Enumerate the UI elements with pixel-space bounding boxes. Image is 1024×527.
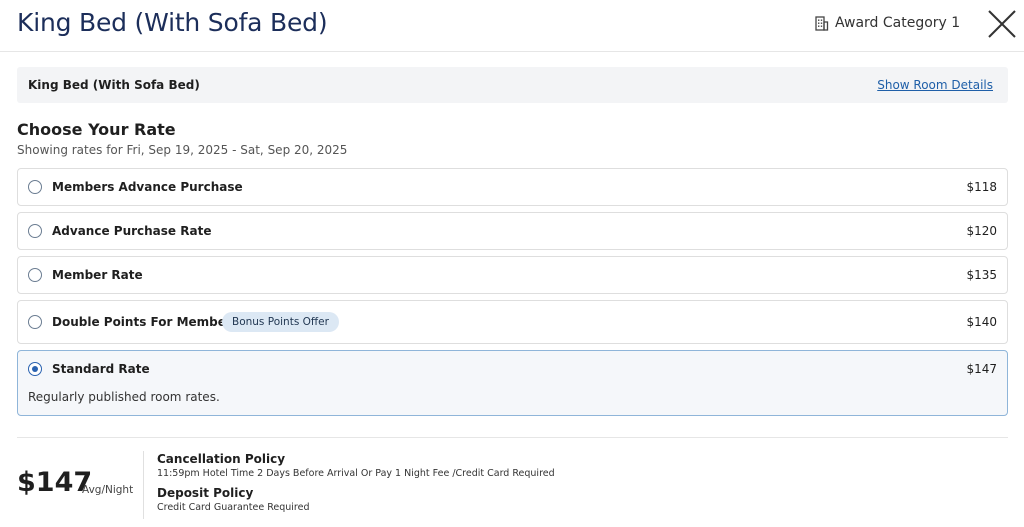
- rate-radio[interactable]: [28, 268, 42, 282]
- rate-name: Advance Purchase Rate: [52, 224, 212, 238]
- rate-option-members-advance[interactable]: Members Advance Purchase $118: [17, 168, 1008, 206]
- rate-name: Double Points For Members: [52, 315, 239, 329]
- rate-price: $147: [966, 362, 997, 376]
- rate-price: $120: [966, 224, 997, 238]
- rate-radio[interactable]: [28, 315, 42, 329]
- bonus-points-badge: Bonus Points Offer: [222, 312, 339, 332]
- rate-radio-selected[interactable]: [28, 362, 42, 376]
- rate-price: $140: [966, 315, 997, 329]
- deposit-policy-title: Deposit Policy: [157, 486, 254, 500]
- price-unit: Avg/Night: [82, 484, 134, 496]
- rate-price: $118: [966, 180, 997, 194]
- rate-option-member-rate[interactable]: Member Rate $135: [17, 256, 1008, 294]
- section-divider: [17, 437, 1008, 438]
- room-bar-name: King Bed (With Sofa Bed): [28, 78, 200, 92]
- close-icon: [988, 10, 1016, 38]
- rate-name: Members Advance Purchase: [52, 180, 243, 194]
- award-category-label: Award Category 1: [835, 15, 961, 31]
- room-title: King Bed (With Sofa Bed): [17, 8, 328, 37]
- rate-option-standard-rate[interactable]: Standard Rate $147 Regularly published r…: [17, 350, 1008, 416]
- rate-description: Regularly published room rates.: [28, 390, 220, 404]
- rate-radio[interactable]: [28, 224, 42, 238]
- rate-radio[interactable]: [28, 180, 42, 194]
- total-price: $147: [17, 467, 93, 498]
- rate-name: Standard Rate: [52, 362, 150, 376]
- vertical-divider: [143, 451, 144, 519]
- cancellation-policy-text: 11:59pm Hotel Time 2 Days Before Arrival…: [157, 468, 555, 479]
- award-category: Award Category 1: [814, 15, 960, 31]
- section-title: Choose Your Rate: [17, 120, 176, 139]
- close-button[interactable]: [986, 8, 1018, 40]
- modal-header: King Bed (With Sofa Bed) Award Category …: [0, 0, 1024, 52]
- rates-dates: Showing rates for Fri, Sep 19, 2025 - Sa…: [17, 143, 348, 157]
- rate-name: Member Rate: [52, 268, 143, 282]
- rate-option-advance-purchase[interactable]: Advance Purchase Rate $120: [17, 212, 1008, 250]
- deposit-policy-text: Credit Card Guarantee Required: [157, 502, 310, 513]
- rate-price: $135: [966, 268, 997, 282]
- rate-option-double-points[interactable]: Double Points For Members Bonus Points O…: [17, 300, 1008, 344]
- building-icon: [814, 15, 829, 31]
- cancellation-policy-title: Cancellation Policy: [157, 452, 286, 466]
- room-summary-bar: King Bed (With Sofa Bed) Show Room Detai…: [17, 67, 1008, 103]
- show-room-details-link[interactable]: Show Room Details: [877, 78, 993, 92]
